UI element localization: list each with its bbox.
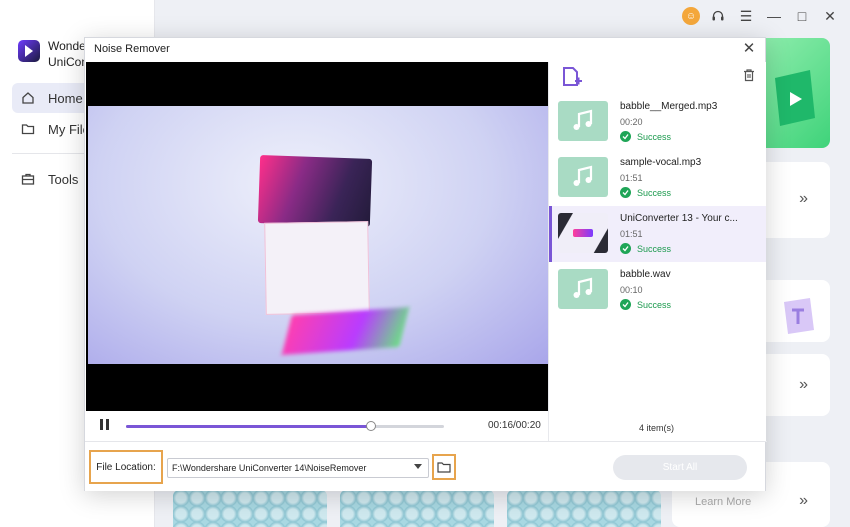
file-location-path: F:\Wondershare UniConverter 14\NoiseRemo…	[172, 463, 367, 473]
music-note-icon	[573, 165, 593, 186]
toolbox-icon	[20, 171, 36, 187]
status-badge: Success	[620, 131, 671, 142]
video-graphic	[264, 221, 370, 315]
thumbnail-image	[340, 490, 494, 527]
folder-icon	[437, 462, 451, 473]
thumbnail-image	[507, 490, 661, 527]
video-preview[interactable]	[86, 62, 548, 411]
file-list: babble__Merged.mp3 00:20 Success sample-…	[549, 94, 766, 318]
home-icon	[20, 90, 36, 106]
check-circle-icon	[620, 299, 631, 310]
text-3d-icon	[784, 298, 814, 334]
noise-remover-dialog: Noise Remover ✕ 00:16/00:20 babble__Merg…	[84, 37, 767, 491]
window-close-icon[interactable]: ✕	[820, 6, 840, 26]
sidebar-item-label: Home	[48, 90, 83, 106]
pause-icon[interactable]	[100, 419, 114, 433]
status-badge: Success	[620, 243, 671, 254]
minimize-icon[interactable]: —	[764, 6, 784, 26]
file-location-label: File Location:	[89, 450, 163, 484]
seek-bar-handle[interactable]	[365, 421, 376, 431]
open-folder-button[interactable]	[432, 454, 456, 480]
learn-more-link[interactable]: Learn More	[695, 496, 751, 508]
video-graphic	[281, 307, 410, 355]
user-avatar-icon[interactable]: ☺	[682, 7, 700, 25]
maximize-icon[interactable]: □	[792, 6, 812, 26]
seek-bar[interactable]	[126, 421, 444, 431]
file-name: UniConverter 13 - Your c...	[620, 213, 738, 224]
check-circle-icon	[620, 131, 631, 142]
file-duration: 01:51	[620, 173, 643, 183]
file-name: sample-vocal.mp3	[620, 157, 702, 168]
check-circle-icon	[620, 243, 631, 254]
start-all-button[interactable]: Start All	[613, 455, 747, 480]
items-count: 4 item(s)	[638, 423, 674, 433]
trash-icon[interactable]	[742, 68, 758, 84]
chevron-right-icon: »	[799, 492, 808, 509]
chevron-down-icon[interactable]	[414, 464, 422, 469]
headset-icon[interactable]	[708, 6, 728, 26]
video-thumbnail	[558, 213, 608, 253]
list-item-selected[interactable]: UniConverter 13 - Your c... 01:51 Succes…	[549, 206, 766, 262]
video-graphic	[257, 155, 373, 227]
audio-thumbnail	[558, 157, 608, 197]
chevron-right-icon: »	[799, 376, 808, 393]
file-duration: 01:51	[620, 229, 643, 239]
menu-icon[interactable]: ☰	[736, 6, 756, 26]
status-badge: Success	[620, 187, 671, 198]
dialog-title: Noise Remover	[94, 43, 170, 55]
add-file-icon[interactable]	[561, 66, 583, 88]
uniconverter-logo-icon	[18, 40, 40, 62]
video-frame	[88, 106, 548, 364]
check-circle-icon	[620, 187, 631, 198]
file-name: babble__Merged.mp3	[620, 101, 718, 112]
playback-time: 00:16/00:20	[488, 420, 541, 431]
player-controls: 00:16/00:20	[86, 411, 548, 441]
thumbnail-image	[173, 490, 327, 527]
file-duration: 00:10	[620, 285, 643, 295]
chevron-right-icon: »	[799, 190, 808, 207]
list-item[interactable]: sample-vocal.mp3 01:51 Success	[549, 150, 766, 206]
file-location-select[interactable]: F:\Wondershare UniConverter 14\NoiseRemo…	[167, 458, 429, 478]
file-name: babble.wav	[620, 269, 671, 280]
file-duration: 00:20	[620, 117, 643, 127]
status-badge: Success	[620, 299, 671, 310]
sidebar-item-label: Tools	[48, 171, 79, 187]
play-3d-icon	[775, 70, 815, 126]
file-list-panel: babble__Merged.mp3 00:20 Success sample-…	[548, 62, 767, 442]
audio-thumbnail	[558, 269, 608, 309]
music-note-icon	[573, 109, 593, 130]
window-controls: ☺ ☰ — □ ✕	[682, 4, 840, 28]
seek-bar-progress	[126, 425, 371, 428]
list-item[interactable]: babble.wav 00:10 Success	[549, 262, 766, 318]
dialog-close-icon[interactable]: ✕	[741, 41, 757, 57]
dialog-footer: File Location: F:\Wondershare UniConvert…	[85, 441, 765, 491]
music-note-icon	[573, 277, 593, 298]
folder-icon	[20, 121, 36, 137]
list-item[interactable]: babble__Merged.mp3 00:20 Success	[549, 94, 766, 150]
audio-thumbnail	[558, 101, 608, 141]
